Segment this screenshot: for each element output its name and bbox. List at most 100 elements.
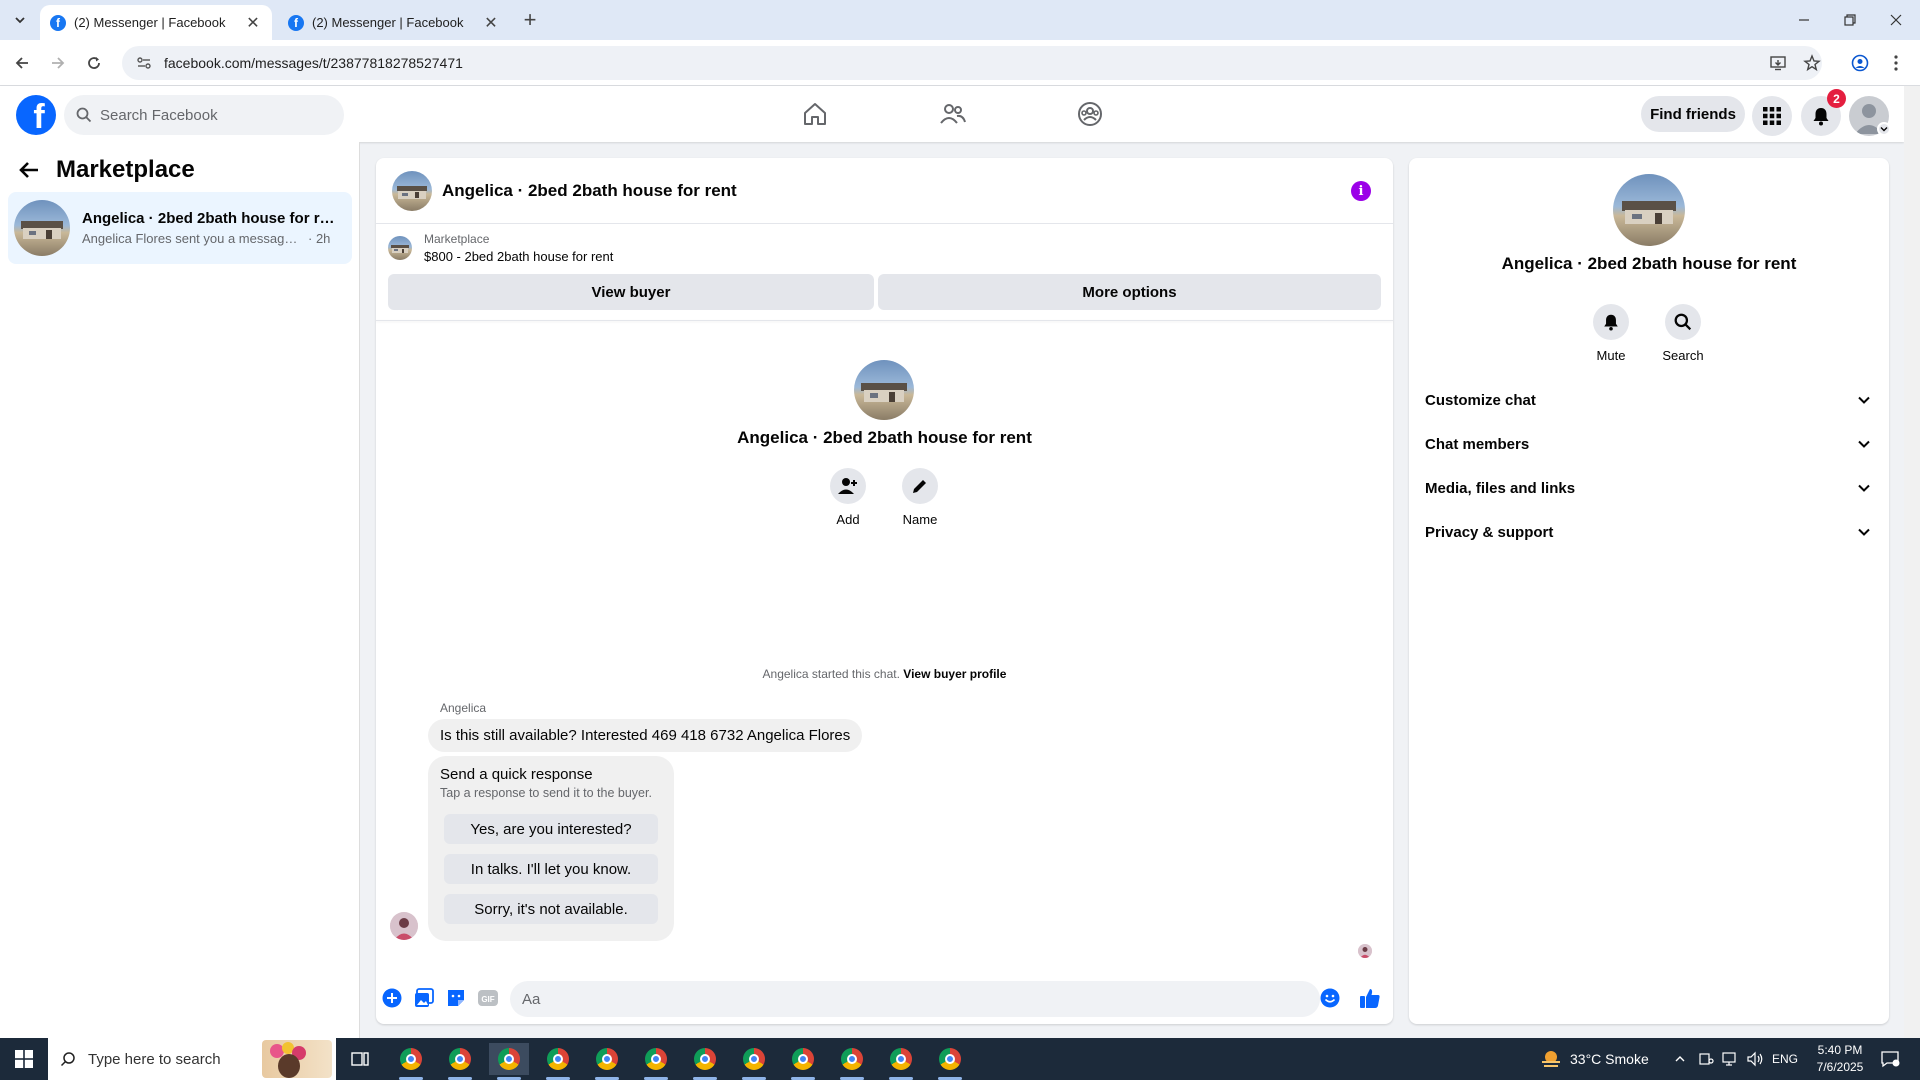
- close-window-button[interactable]: [1882, 6, 1910, 34]
- language-indicator[interactable]: ENG: [1772, 1038, 1798, 1080]
- facebook-search-input[interactable]: [100, 106, 320, 124]
- facebook-search[interactable]: [64, 95, 344, 135]
- nav-home[interactable]: [795, 96, 835, 132]
- intro-name: Angelica · 2bed 2bath house for rent: [737, 428, 1032, 447]
- taskbar-chrome-11[interactable]: [881, 1043, 921, 1080]
- groups-icon: [1078, 102, 1102, 126]
- bookmark-button[interactable]: [1798, 49, 1826, 77]
- close-tab-icon[interactable]: ✕: [482, 14, 500, 32]
- view-buyer-button[interactable]: View buyer: [388, 274, 874, 310]
- forward-button[interactable]: [44, 49, 72, 77]
- image-icon: [415, 988, 434, 1007]
- chat-title[interactable]: Angelica · 2bed 2bath house for rent: [442, 181, 737, 201]
- taskbar-chrome-3[interactable]: [489, 1043, 529, 1080]
- back-button[interactable]: [8, 49, 36, 77]
- start-button[interactable]: [0, 1038, 48, 1080]
- browser-toolbar: facebook.com/messages/t/2387781827852747…: [0, 40, 1920, 86]
- quick-response-in-talks[interactable]: In talks. I'll let you know.: [444, 854, 658, 884]
- new-tab-button[interactable]: +: [518, 7, 542, 32]
- browser-tab-2[interactable]: f (2) Messenger | Facebook ✕: [278, 5, 510, 40]
- system-clock[interactable]: 5:40 PM 7/6/2025: [1800, 1042, 1880, 1076]
- windows-taskbar: 33°C Smoke ENG 5:40 PM 7/6/2025: [0, 1038, 1920, 1080]
- quick-response-not-available[interactable]: Sorry, it's not available.: [444, 894, 658, 924]
- chevron-down-icon: [1880, 127, 1888, 132]
- browser-menu-button[interactable]: [1882, 49, 1910, 77]
- arrow-right-icon: [52, 57, 65, 69]
- accordion-chat-members[interactable]: Chat members: [1425, 422, 1873, 466]
- browser-tab-bar: f (2) Messenger | Facebook ✕ f (2) Messe…: [0, 0, 1920, 40]
- minimize-button[interactable]: [1790, 6, 1818, 34]
- show-hidden-icons-button[interactable]: [1674, 1038, 1686, 1080]
- taskbar-chrome-12[interactable]: [930, 1043, 970, 1080]
- taskbar-search[interactable]: [48, 1038, 336, 1080]
- notification-center-button[interactable]: [1880, 1038, 1900, 1080]
- marketplace-listing-row[interactable]: Marketplace $800 - 2bed 2bath house for …: [388, 232, 613, 264]
- taskbar-search-input[interactable]: [88, 1050, 258, 1068]
- restore-button[interactable]: [1836, 6, 1864, 34]
- tab-search-button[interactable]: [8, 8, 32, 32]
- name-label: Name: [902, 512, 938, 527]
- taskbar-chrome-1[interactable]: [391, 1043, 431, 1080]
- message-bubble[interactable]: Is this still available? Interested 469 …: [428, 719, 863, 752]
- taskbar-chrome-2[interactable]: [440, 1043, 480, 1080]
- page-scrollbar[interactable]: [1904, 86, 1920, 1038]
- accordion-media-files-links[interactable]: Media, files and links: [1425, 466, 1873, 510]
- accordion-customize-chat[interactable]: Customize chat: [1425, 378, 1873, 422]
- chrome-icon: [645, 1048, 667, 1070]
- menu-button[interactable]: [1752, 96, 1792, 136]
- sidebar-title: Marketplace: [56, 156, 195, 183]
- site-settings-icon[interactable]: [136, 54, 154, 72]
- profile-button[interactable]: [1846, 49, 1874, 77]
- mute-button[interactable]: Mute: [1581, 304, 1641, 363]
- home-icon: [804, 103, 826, 125]
- nav-groups[interactable]: [1070, 96, 1110, 132]
- accordion-privacy-support[interactable]: Privacy & support: [1425, 510, 1873, 554]
- message-input-wrapper[interactable]: [510, 981, 1320, 1017]
- info-icon[interactable]: i: [1351, 181, 1371, 201]
- taskbar-chrome-6[interactable]: [636, 1043, 676, 1080]
- more-options-button[interactable]: More options: [878, 274, 1381, 310]
- message-sender: Angelica: [440, 701, 487, 715]
- address-bar[interactable]: facebook.com/messages/t/2387781827852747…: [122, 46, 1822, 80]
- search-icon: [60, 1052, 75, 1067]
- chat-header-avatar[interactable]: [392, 170, 432, 211]
- nav-friends[interactable]: [933, 96, 973, 132]
- find-friends-button[interactable]: Find friends: [1641, 96, 1745, 132]
- edit-name-button[interactable]: Name: [890, 468, 950, 527]
- taskbar-chrome-5[interactable]: [587, 1043, 627, 1080]
- facebook-logo-icon[interactable]: f: [16, 95, 56, 135]
- bell-icon: [1813, 108, 1829, 126]
- weather-widget[interactable]: 33°C Smoke: [1540, 1038, 1649, 1080]
- chevron-down-icon: [1858, 440, 1870, 448]
- back-arrow-icon[interactable]: [18, 160, 40, 180]
- task-view-button[interactable]: [340, 1043, 380, 1075]
- chrome-icon: [596, 1048, 618, 1070]
- taskbar-chrome-7[interactable]: [685, 1043, 725, 1080]
- more-actions-button[interactable]: [380, 986, 404, 1010]
- tray-volume-icon[interactable]: [1746, 1038, 1764, 1080]
- sticker-button[interactable]: [444, 986, 468, 1010]
- search-in-chat-button[interactable]: Search: [1653, 304, 1713, 363]
- message-input[interactable]: [522, 990, 1262, 1008]
- tray-network-icon[interactable]: [1722, 1038, 1740, 1080]
- buyer-avatar[interactable]: [390, 912, 418, 940]
- gif-button[interactable]: GIF: [476, 986, 500, 1010]
- add-people-button[interactable]: Add: [818, 468, 878, 527]
- install-app-button[interactable]: [1764, 49, 1792, 77]
- like-button[interactable]: [1358, 986, 1382, 1010]
- emoji-button[interactable]: [1318, 986, 1342, 1010]
- taskbar-chrome-4[interactable]: [538, 1043, 578, 1080]
- conversation-item[interactable]: Angelica · 2bed 2bath house for re... An…: [8, 192, 352, 264]
- taskbar-chrome-10[interactable]: [832, 1043, 872, 1080]
- close-tab-icon[interactable]: ✕: [244, 14, 262, 32]
- taskbar-chrome-8[interactable]: [734, 1043, 774, 1080]
- browser-tab-1[interactable]: f (2) Messenger | Facebook ✕: [40, 5, 272, 40]
- search-highlight-image: [262, 1040, 332, 1078]
- attach-photo-button[interactable]: [412, 986, 436, 1010]
- reload-button[interactable]: [80, 49, 108, 77]
- view-buyer-profile-link[interactable]: View buyer profile: [903, 667, 1006, 681]
- quick-response-yes[interactable]: Yes, are you interested?: [444, 814, 658, 844]
- tray-device-icon[interactable]: [1698, 1038, 1714, 1080]
- taskbar-chrome-9[interactable]: [783, 1043, 823, 1080]
- account-menu-chevron[interactable]: [1877, 122, 1891, 136]
